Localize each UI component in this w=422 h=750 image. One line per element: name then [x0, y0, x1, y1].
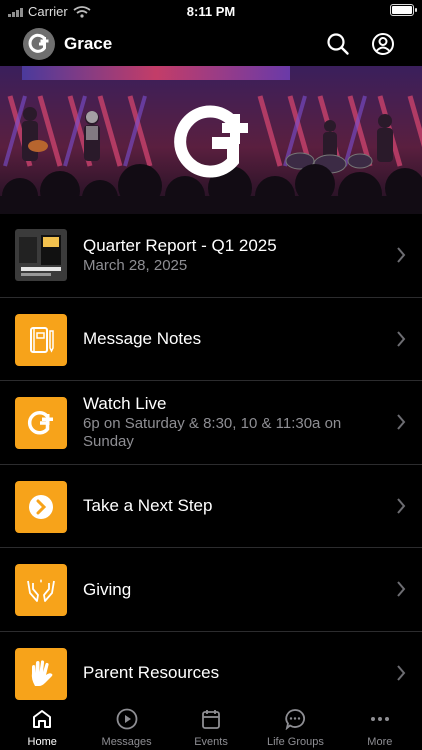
- search-icon[interactable]: [326, 32, 350, 56]
- list-item-message-notes[interactable]: Message Notes: [0, 298, 422, 381]
- chevron-right-icon: [397, 665, 406, 681]
- hero-banner[interactable]: [0, 66, 422, 214]
- tab-label: Home: [27, 736, 57, 748]
- grace-logo-icon[interactable]: [23, 28, 55, 60]
- list-item-quarter-report[interactable]: Quarter Report - Q1 2025 March 28, 2025: [0, 214, 422, 298]
- list-item-giving[interactable]: Giving: [0, 548, 422, 632]
- chat-bubble-icon: [285, 709, 306, 730]
- chevron-right-icon: [397, 331, 406, 347]
- tab-more[interactable]: More: [338, 700, 422, 750]
- tab-messages[interactable]: Messages: [84, 700, 168, 750]
- worship-band-image: [0, 66, 422, 214]
- tab-bar: Home Messages Events Life Groups More: [0, 700, 422, 750]
- item-title: Quarter Report - Q1 2025: [83, 236, 277, 256]
- list-item-next-step[interactable]: Take a Next Step: [0, 465, 422, 548]
- item-subtitle: March 28, 2025: [83, 257, 188, 275]
- tab-life-groups[interactable]: Life Groups: [253, 700, 337, 750]
- tab-label: Messages: [101, 736, 152, 748]
- tab-label: More: [367, 736, 393, 748]
- giving-hands-icon: [15, 564, 67, 616]
- chevron-right-icon: [397, 414, 406, 430]
- status-bar: Carrier 8:11 PM: [0, 0, 422, 22]
- item-text: Giving: [83, 548, 382, 631]
- notebook-icon: [15, 313, 67, 366]
- tab-events[interactable]: Events: [169, 700, 253, 750]
- chevron-right-icon: [397, 581, 406, 597]
- account-icon[interactable]: [371, 32, 395, 56]
- status-time: 8:11 PM: [186, 4, 236, 19]
- home-list: Quarter Report - Q1 2025 March 28, 2025 …: [0, 214, 422, 715]
- item-text: Take a Next Step: [83, 465, 382, 548]
- item-title: Giving: [83, 579, 132, 599]
- chevron-right-icon: [397, 247, 406, 263]
- arrow-circle-icon: [15, 480, 67, 533]
- item-title: Message Notes: [83, 329, 202, 349]
- item-text: Watch Live 6p on Saturday & 8:30, 10 & 1…: [83, 381, 382, 464]
- play-circle-icon: [116, 708, 138, 730]
- item-subtitle: 6p on Saturday & 8:30, 10 & 11:30a on Su…: [83, 415, 342, 451]
- item-title: Take a Next Step: [83, 496, 213, 516]
- home-icon: [33, 710, 52, 728]
- item-text: Quarter Report - Q1 2025 March 28, 2025: [83, 214, 382, 297]
- grace-logo-icon: [15, 397, 67, 449]
- hand-print-icon: [15, 647, 67, 700]
- list-item-watch-live[interactable]: Watch Live 6p on Saturday & 8:30, 10 & 1…: [0, 381, 422, 465]
- item-title: Parent Resources: [83, 663, 220, 683]
- app-header: Grace: [0, 22, 422, 66]
- item-text: Message Notes: [83, 298, 382, 381]
- report-thumbnail: [15, 229, 67, 281]
- battery-icon: [390, 4, 417, 16]
- chevron-right-icon: [397, 498, 406, 514]
- tab-home[interactable]: Home: [0, 700, 84, 750]
- tab-label: Life Groups: [266, 736, 324, 748]
- item-title: Watch Live: [83, 394, 167, 414]
- more-dots-icon: [370, 717, 389, 721]
- app-title: Grace: [64, 34, 113, 53]
- calendar-icon: [202, 710, 220, 729]
- tab-label: Events: [194, 736, 228, 748]
